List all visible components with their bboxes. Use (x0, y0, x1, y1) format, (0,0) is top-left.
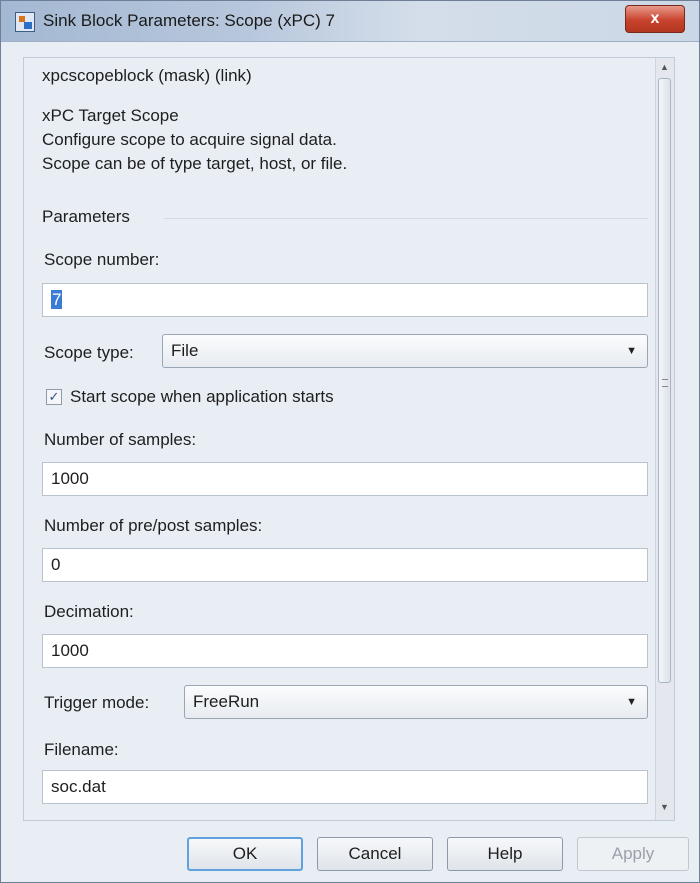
chevron-down-icon: ▼ (626, 696, 637, 708)
window-title: Sink Block Parameters: Scope (xPC) 7 (43, 11, 335, 30)
scope-type-label: Scope type: (44, 343, 134, 362)
scope-number-value: 7 (51, 290, 63, 309)
vertical-scrollbar[interactable]: ▲ ▼ (655, 58, 674, 820)
title-bar[interactable]: Sink Block Parameters: Scope (xPC) 7 x (1, 1, 699, 42)
num-samples-label: Number of samples: (44, 430, 197, 449)
scope-number-label: Scope number: (44, 250, 160, 269)
decimation-label: Decimation: (44, 602, 134, 621)
grip-icon (662, 379, 668, 387)
scope-type-value: File (171, 341, 199, 360)
description-line-1: xPC Target Scope (42, 106, 179, 125)
start-scope-label: Start scope when application starts (70, 387, 334, 406)
description-line-2: Configure scope to acquire signal data. (42, 130, 337, 149)
parameters-group-label: Parameters (42, 207, 130, 226)
trigger-mode-label: Trigger mode: (44, 693, 150, 712)
start-scope-checkbox[interactable]: ✓ (46, 389, 62, 405)
apply-button[interactable]: Apply (577, 837, 689, 871)
scroll-up-icon[interactable]: ▲ (660, 62, 669, 72)
close-button[interactable]: x (625, 5, 685, 33)
cancel-button[interactable]: Cancel (317, 837, 433, 871)
pre-post-samples-input[interactable]: 0 (42, 548, 648, 582)
description-line-3: Scope can be of type target, host, or fi… (42, 154, 348, 173)
scope-number-input[interactable]: 7 (42, 283, 648, 317)
dialog-window: Sink Block Parameters: Scope (xPC) 7 x x… (0, 0, 700, 883)
trigger-mode-value: FreeRun (193, 692, 260, 711)
chevron-down-icon: ▼ (626, 345, 637, 357)
scroll-down-icon[interactable]: ▼ (660, 802, 669, 812)
scrollbar-thumb[interactable] (658, 78, 671, 683)
checkmark-icon: ✓ (48, 389, 60, 404)
group-divider (164, 218, 648, 219)
pre-post-samples-label: Number of pre/post samples: (44, 516, 263, 535)
trigger-mode-select[interactable]: FreeRun ▼ (184, 685, 648, 719)
help-button[interactable]: Help (447, 837, 563, 871)
decimation-input[interactable]: 1000 (42, 634, 648, 668)
num-samples-input[interactable]: 1000 (42, 462, 648, 496)
simulink-app-icon (15, 12, 35, 32)
mask-header: xpcscopeblock (mask) (link) (42, 66, 252, 85)
filename-input[interactable]: soc.dat (42, 770, 648, 804)
filename-label: Filename: (44, 740, 119, 759)
parameters-scroll-area[interactable]: xpcscopeblock (mask) (link) xPC Target S… (23, 57, 675, 821)
ok-button[interactable]: OK (187, 837, 303, 871)
scope-type-select[interactable]: File ▼ (162, 334, 648, 368)
